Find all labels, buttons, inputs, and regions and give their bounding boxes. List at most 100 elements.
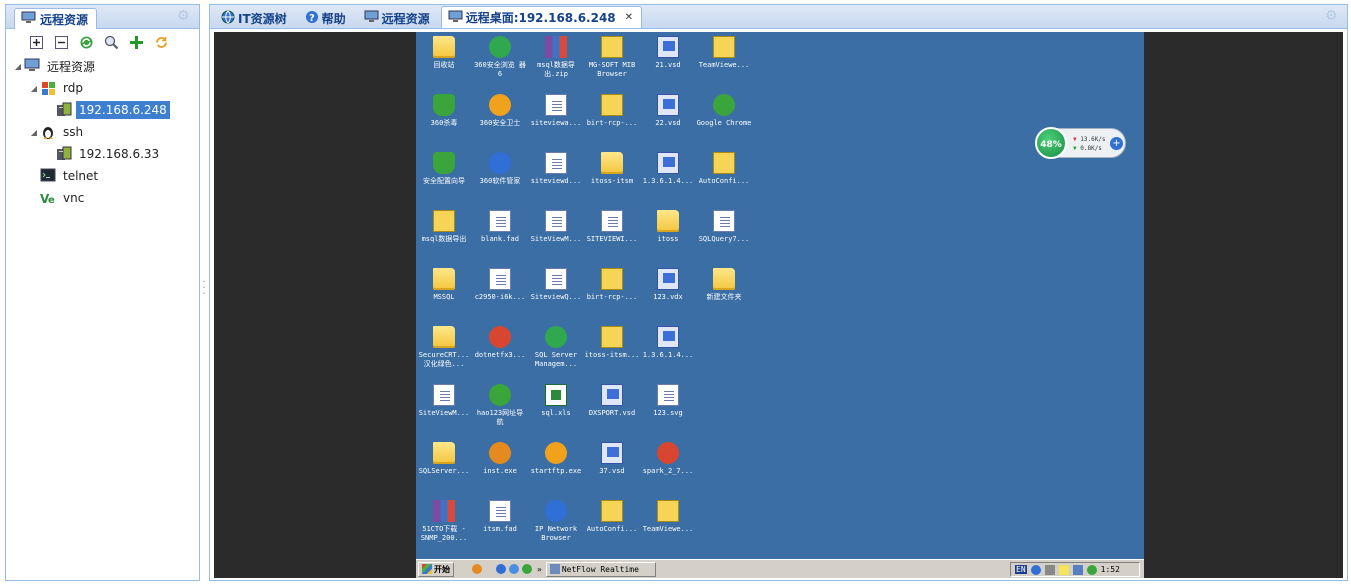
desktop-icon-label: Google Chrome xyxy=(696,119,752,127)
language-indicator[interactable]: EN xyxy=(1015,565,1027,574)
desktop-icon[interactable]: SQLServer... xyxy=(416,442,472,476)
desktop-icon[interactable]: TeamViewe... xyxy=(640,500,696,534)
desktop-icon[interactable]: itoss xyxy=(640,210,696,244)
panel-title-tab[interactable]: 远程资源 xyxy=(14,8,98,29)
gear-icon[interactable]: ⚙ xyxy=(177,9,191,23)
expand-arrow-icon[interactable]: ◢ xyxy=(28,84,40,93)
expand-arrow-icon[interactable]: ◢ xyxy=(28,128,40,137)
desktop-icon[interactable]: 360安全卫士 xyxy=(472,94,528,128)
desktop-icon[interactable]: SQL Server Managem... xyxy=(528,326,584,369)
tab-it-resource-tree[interactable]: IT资源树 xyxy=(214,7,296,28)
desktop-icon[interactable]: 51CTO下载 -SNMP_200... xyxy=(416,500,472,543)
desktop-icon[interactable]: startftp.exe xyxy=(528,442,584,476)
desktop-icon[interactable]: msql数据导 出.zip xyxy=(528,36,584,79)
tray-notes-icon[interactable] xyxy=(1058,564,1069,575)
desktop-icon[interactable]: MG-SOFT MIB Browser xyxy=(584,36,640,79)
security-icon[interactable] xyxy=(522,564,532,574)
desktop-icon[interactable]: 123.vdx xyxy=(640,268,696,302)
tree-node-telnet[interactable]: telnet xyxy=(6,165,199,187)
desktop-icon-label: c2950-i6k... xyxy=(474,293,526,301)
desktop-icon[interactable]: SITEVIEWI... xyxy=(584,210,640,244)
desktop-icon[interactable]: msql数据导出 xyxy=(416,210,472,244)
desktop-icon[interactable]: dotnetfx3... xyxy=(472,326,528,360)
file-icon xyxy=(601,94,623,116)
tab-remote-resources[interactable]: 远程资源 xyxy=(357,7,439,28)
remote-desktop-viewport[interactable]: 回收站 360杀毒安全配置向导 msql数据导出 MSSQL SecureCRT... … xyxy=(214,32,1343,578)
desktop-icon[interactable]: siteviewa... xyxy=(528,94,584,128)
desktop-icon[interactable]: spark_2_7... xyxy=(640,442,696,476)
desktop-icon[interactable]: birt-rcp-... xyxy=(584,268,640,302)
desktop-icon[interactable]: TeamViewe... xyxy=(696,36,752,70)
panel-splitter[interactable]: · · · xyxy=(202,278,206,300)
desktop-icon[interactable]: blank.fad xyxy=(472,210,528,244)
gear-icon[interactable]: ⚙ xyxy=(1325,9,1339,23)
expand-all-icon[interactable] xyxy=(28,34,44,50)
expand-arrow-icon[interactable]: ◢ xyxy=(12,62,24,71)
desktop-icon[interactable]: 安全配置向导 xyxy=(416,152,472,186)
refresh-icon[interactable] xyxy=(78,34,94,50)
tree-node-rdp[interactable]: ◢ rdp xyxy=(6,77,199,99)
desktop-icon-label: itoss-itsm xyxy=(590,177,634,185)
desktop-icon[interactable]: 22.vsd xyxy=(640,94,696,128)
desktop-icon[interactable]: 123.svg xyxy=(640,384,696,418)
desktop-icon[interactable]: itoss-itsm xyxy=(584,152,640,186)
tree-node-rdp-host[interactable]: 192.168.6.248 xyxy=(6,99,199,121)
tray-monitor-icon[interactable] xyxy=(1072,564,1083,575)
browser-icon[interactable] xyxy=(509,564,519,574)
desktop-icon[interactable]: 21.vsd xyxy=(640,36,696,70)
remote-desktop-screen[interactable]: 回收站 360杀毒安全配置向导 msql数据导出 MSSQL SecureCRT... … xyxy=(416,32,1144,578)
desktop-icon[interactable]: 360安全浏览 器6 xyxy=(472,36,528,79)
tray-360-icon[interactable] xyxy=(1086,564,1097,575)
desktop-icon[interactable]: Google Chrome xyxy=(696,94,752,128)
tab-remote-desktop[interactable]: 远程桌面:192.168.6.248 ✕ xyxy=(440,6,643,28)
search-icon[interactable] xyxy=(103,34,119,50)
desktop-icon[interactable]: SiteViewM... xyxy=(528,210,584,244)
collapse-all-icon[interactable] xyxy=(53,34,69,50)
desktop-icon[interactable]: inst.exe xyxy=(472,442,528,476)
ie-icon[interactable] xyxy=(496,564,506,574)
desktop-icon[interactable]: AutoConfi... xyxy=(696,152,752,186)
tab-help[interactable]: ? 帮助 xyxy=(298,7,355,28)
app-launcher-icon[interactable] xyxy=(472,564,482,574)
desktop-icon[interactable]: 新建文件夹 xyxy=(696,268,752,302)
tray-network-icon[interactable] xyxy=(1044,564,1055,575)
desktop-icon[interactable]: birt-rcp-... xyxy=(584,94,640,128)
network-speed-widget[interactable]: 48% ▼ 13.6K/s ▼ 0.8K/s + xyxy=(1035,127,1126,159)
desktop-icon[interactable]: DXSPORT.vsd xyxy=(584,384,640,418)
tree-node-ssh[interactable]: ◢ ssh xyxy=(6,121,199,143)
close-icon[interactable]: ✕ xyxy=(625,12,633,23)
plus-icon[interactable]: + xyxy=(1110,137,1123,150)
desktop-icon[interactable]: itoss-itsm... xyxy=(584,326,640,360)
desktop-icon[interactable]: 1.3.6.1.4... xyxy=(640,152,696,186)
desktop-icon-label: 回收站 xyxy=(433,61,455,69)
help-icon[interactable] xyxy=(1030,564,1041,575)
desktop-icon[interactable]: 37.vsd xyxy=(584,442,640,476)
desktop-icon[interactable]: SQLQuery7... xyxy=(696,210,752,244)
desktop-icon[interactable]: SecureCRT... 汉化绿色... xyxy=(416,326,472,369)
file-icon xyxy=(601,152,623,174)
desktop-icon[interactable]: hao123网址导 航 xyxy=(472,384,528,427)
desktop-icon[interactable]: 1.3.6.1.4... xyxy=(640,326,696,360)
desktop-icon[interactable]: siteviewd... xyxy=(528,152,584,186)
desktop-icon[interactable]: 360杀毒 xyxy=(416,94,472,128)
quick-launch-more-icon[interactable]: » xyxy=(537,565,542,574)
desktop-icon[interactable]: MSSQL xyxy=(416,268,472,302)
desktop-icon[interactable]: itsm.fad xyxy=(472,500,528,534)
desktop-icon[interactable]: IP Network Browser xyxy=(528,500,584,543)
reload-icon[interactable] xyxy=(153,34,169,50)
monitor-icon xyxy=(24,58,40,74)
tree-node-ssh-host[interactable]: 192.168.6.33 xyxy=(6,143,199,165)
desktop-icon[interactable]: SiteviewQ... xyxy=(528,268,584,302)
desktop-icon[interactable]: AutoConfi... xyxy=(584,500,640,534)
desktop-icon[interactable]: c2950-i6k... xyxy=(472,268,528,302)
desktop-icon[interactable]: 360软件管家 xyxy=(472,152,528,186)
desktop-icon[interactable]: SiteViewM... xyxy=(416,384,472,418)
desktop-icon[interactable]: sql.xls xyxy=(528,384,584,418)
add-icon[interactable] xyxy=(128,34,144,50)
tree-node-vnc[interactable]: Ve vnc xyxy=(6,187,199,209)
taskbar-item-netflow[interactable]: NetFlow Realtime xyxy=(545,561,656,577)
download-rate: 0.8K/s xyxy=(1080,145,1102,152)
start-button[interactable]: 开始 xyxy=(418,561,454,577)
tree-node-root[interactable]: ◢ 远程资源 xyxy=(6,55,199,77)
desktop-icon[interactable]: 回收站 xyxy=(416,36,472,70)
